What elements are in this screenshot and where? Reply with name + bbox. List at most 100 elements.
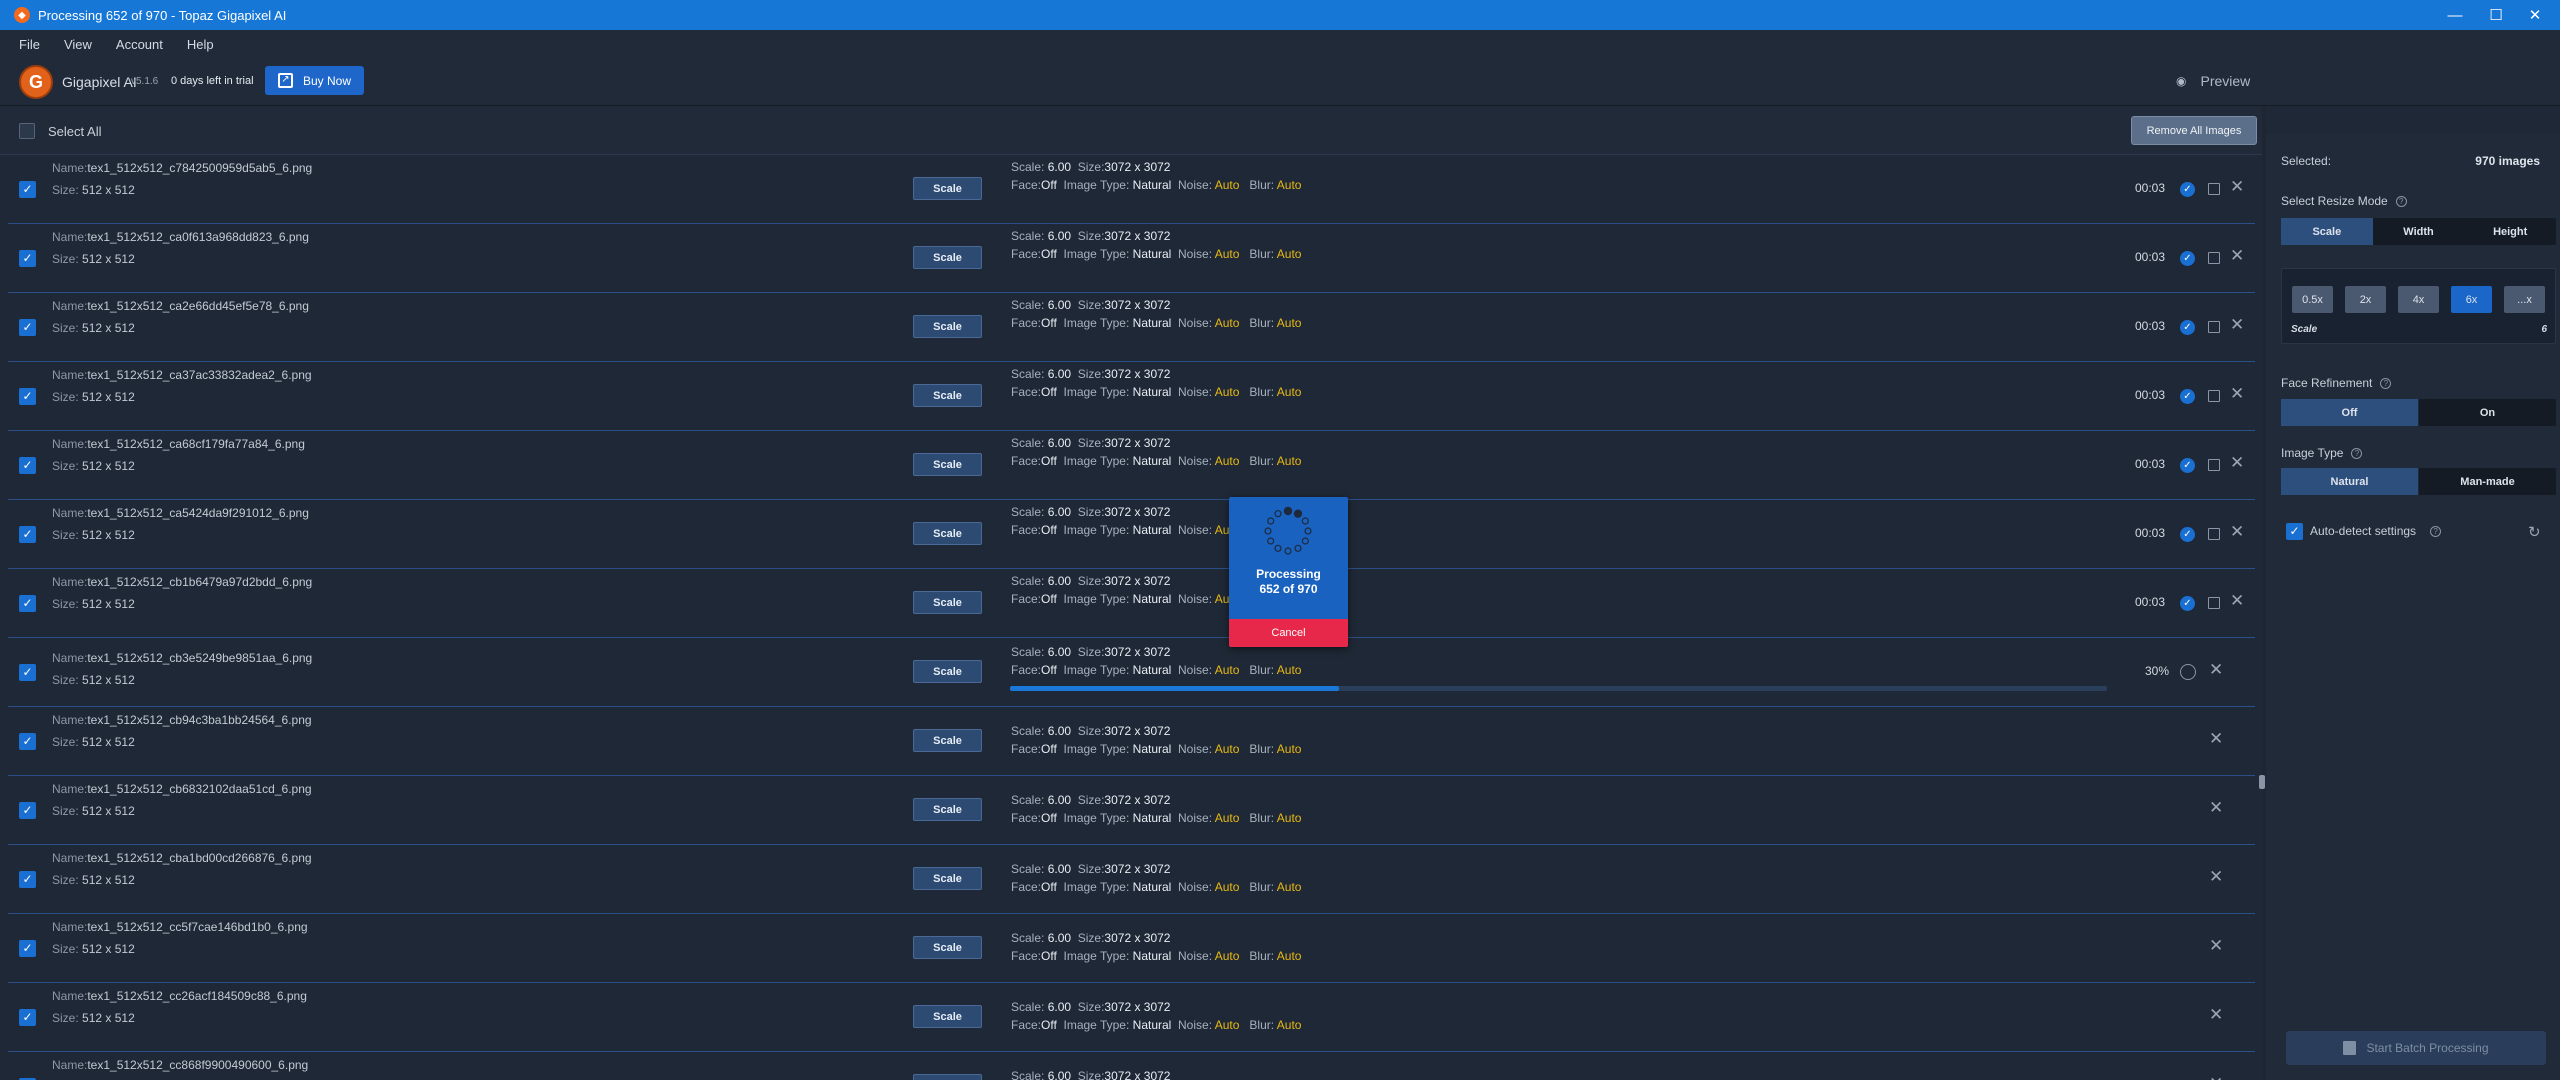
remove-row-icon[interactable]: ✕	[2230, 384, 2244, 404]
select-all-checkbox[interactable]	[19, 123, 35, 139]
row-checkbox[interactable]: ✓	[19, 733, 36, 750]
cancel-processing-button[interactable]: Cancel	[1229, 619, 1348, 647]
remove-row-icon[interactable]: ✕	[2230, 591, 2244, 611]
remove-row-icon[interactable]: ✕	[2230, 522, 2244, 542]
help-icon[interactable]: ?	[2430, 526, 2442, 538]
scale-button[interactable]: Scale	[913, 867, 982, 890]
reset-icon[interactable]: ↻	[2528, 523, 2541, 541]
scale-option-6x[interactable]: 6x	[2451, 286, 2492, 313]
row-checkbox[interactable]: ✓	[19, 1009, 36, 1026]
image-row[interactable]: ✓ Name:tex1_512x512_cb94c3ba1bb24564_6.pn…	[8, 707, 2255, 776]
scale-button[interactable]: Scale	[913, 177, 982, 200]
open-file-icon[interactable]	[2208, 528, 2220, 540]
scale-button[interactable]: Scale	[913, 315, 982, 338]
resize-mode-scale[interactable]: Scale	[2281, 218, 2373, 245]
preview-toggle[interactable]: ◉ Preview	[2176, 68, 2250, 94]
open-file-icon[interactable]	[2208, 390, 2220, 402]
scale-button[interactable]: Scale	[913, 384, 982, 407]
face-refinement-on[interactable]: On	[2418, 399, 2556, 426]
row-checkbox[interactable]: ✓	[19, 802, 36, 819]
remove-row-icon[interactable]: ✕	[2209, 1005, 2223, 1025]
row-checkbox[interactable]: ✓	[19, 388, 36, 405]
buy-now-button[interactable]: ↗ Buy Now	[265, 66, 364, 95]
resize-mode-height[interactable]: Height	[2464, 218, 2556, 245]
image-row[interactable]: ✓ Name:tex1_512x512_ca2e66dd45ef5e78_6.pn…	[8, 293, 2255, 362]
open-file-icon[interactable]	[2208, 321, 2220, 333]
scrollbar-thumb[interactable]	[2259, 775, 2265, 789]
close-window-button[interactable]: ✕	[2512, 0, 2558, 30]
scale-button[interactable]: Scale	[913, 1005, 982, 1028]
face-refinement-off[interactable]: Off	[2281, 399, 2418, 426]
image-row[interactable]: ✓ Name:tex1_512x512_cb1b6479a97d2bdd_6.pn…	[8, 569, 2255, 638]
open-file-icon[interactable]	[2208, 183, 2220, 195]
scale-button[interactable]: Scale	[913, 798, 982, 821]
scale-option-custom[interactable]: ...x	[2504, 286, 2545, 313]
type-value: Natural	[1132, 178, 1172, 192]
remove-row-icon[interactable]: ✕	[2209, 798, 2223, 818]
row-checkbox[interactable]: ✓	[19, 181, 36, 198]
select-all-label[interactable]: Select All	[48, 124, 101, 139]
image-row[interactable]: ✓ Name:tex1_512x512_cb3e5249be9851aa_6.pn…	[8, 638, 2255, 707]
row-checkbox[interactable]: ✓	[19, 940, 36, 957]
remove-row-icon[interactable]: ✕	[2209, 660, 2223, 680]
image-row[interactable]: ✓Name:tex1_512x512_cc868f9900490600_6.pn…	[8, 1052, 2255, 1080]
out-size-value: 3072 x 3072	[1104, 160, 1171, 174]
row-checkbox[interactable]: ✓	[19, 871, 36, 888]
image-row[interactable]: ✓ Name:tex1_512x512_cb6832102daa51cd_6.pn…	[8, 776, 2255, 845]
open-file-icon[interactable]	[2208, 252, 2220, 264]
scale-button[interactable]: Scale	[913, 660, 982, 683]
image-row[interactable]: ✓ Name:tex1_512x512_cc5f7cae146bd1b0_6.pn…	[8, 914, 2255, 983]
row-checkbox[interactable]: ✓	[19, 664, 36, 681]
open-file-icon[interactable]	[2208, 459, 2220, 471]
image-row[interactable]: ✓ Name:tex1_512x512_ca37ac33832adea2_6.pn…	[8, 362, 2255, 431]
image-row[interactable]: ✓ Name:tex1_512x512_cc26acf184509c88_6.pn…	[8, 983, 2255, 1052]
remove-row-icon[interactable]: ✕	[2230, 315, 2244, 335]
out-size-key: Size:	[1077, 1000, 1105, 1014]
open-file-icon[interactable]	[2208, 597, 2220, 609]
remove-all-images-button[interactable]: Remove All Images	[2131, 116, 2257, 145]
menu-view[interactable]: View	[64, 37, 92, 52]
row-checkbox[interactable]: ✓	[19, 319, 36, 336]
image-row[interactable]: ✓ Name:tex1_512x512_ca0f613a968dd823_6.pn…	[8, 224, 2255, 293]
image-row[interactable]: ✓ Name:tex1_512x512_cba1bd00cd266876_6.pn…	[8, 845, 2255, 914]
remove-row-icon[interactable]: ✕	[2209, 1074, 2223, 1080]
image-row[interactable]: ✓ Name:tex1_512x512_c7842500959d5ab5_6.pn…	[8, 155, 2255, 224]
remove-row-icon[interactable]: ✕	[2209, 729, 2223, 749]
row-checkbox[interactable]: ✓	[19, 250, 36, 267]
scale-button[interactable]: Scale	[913, 246, 982, 269]
remove-row-icon[interactable]: ✕	[2209, 936, 2223, 956]
row-checkbox[interactable]: ✓	[19, 526, 36, 543]
scale-button[interactable]: Scale	[913, 591, 982, 614]
remove-row-icon[interactable]: ✕	[2209, 867, 2223, 887]
noise-value: Auto	[1214, 247, 1240, 261]
remove-row-icon[interactable]: ✕	[2230, 453, 2244, 473]
noise-key: Noise:	[1178, 385, 1213, 399]
image-row[interactable]: ✓ Name:tex1_512x512_ca5424da9f291012_6.pn…	[8, 500, 2255, 569]
scale-option-2x[interactable]: 2x	[2345, 286, 2386, 313]
scale-option-0-5x[interactable]: 0.5x	[2292, 286, 2333, 313]
scale-button[interactable]: Scale	[913, 1074, 982, 1080]
image-row[interactable]: ✓ Name:tex1_512x512_ca68cf179fa77a84_6.pn…	[8, 431, 2255, 500]
minimize-button[interactable]: —	[2432, 0, 2478, 30]
remove-row-icon[interactable]: ✕	[2230, 177, 2244, 197]
start-batch-processing-button[interactable]: Start Batch Processing	[2286, 1031, 2546, 1065]
help-icon[interactable]: ?	[2395, 196, 2407, 208]
menu-account[interactable]: Account	[116, 37, 163, 52]
image-type-man-made[interactable]: Man-made	[2418, 468, 2556, 495]
row-checkbox[interactable]: ✓	[19, 457, 36, 474]
image-type-natural[interactable]: Natural	[2281, 468, 2418, 495]
remove-row-icon[interactable]: ✕	[2230, 246, 2244, 266]
help-icon[interactable]: ?	[2380, 378, 2392, 390]
menu-help[interactable]: Help	[187, 37, 214, 52]
resize-mode-width[interactable]: Width	[2373, 218, 2465, 245]
scale-button[interactable]: Scale	[913, 936, 982, 959]
scrollbar-track[interactable]	[2255, 155, 2262, 1080]
menu-file[interactable]: File	[19, 37, 40, 52]
help-icon[interactable]: ?	[2351, 448, 2363, 460]
scale-button[interactable]: Scale	[913, 729, 982, 752]
auto-detect-checkbox[interactable]: ✓	[2286, 523, 2303, 540]
scale-option-4x[interactable]: 4x	[2398, 286, 2439, 313]
row-checkbox[interactable]: ✓	[19, 595, 36, 612]
scale-button[interactable]: Scale	[913, 453, 982, 476]
scale-button[interactable]: Scale	[913, 522, 982, 545]
